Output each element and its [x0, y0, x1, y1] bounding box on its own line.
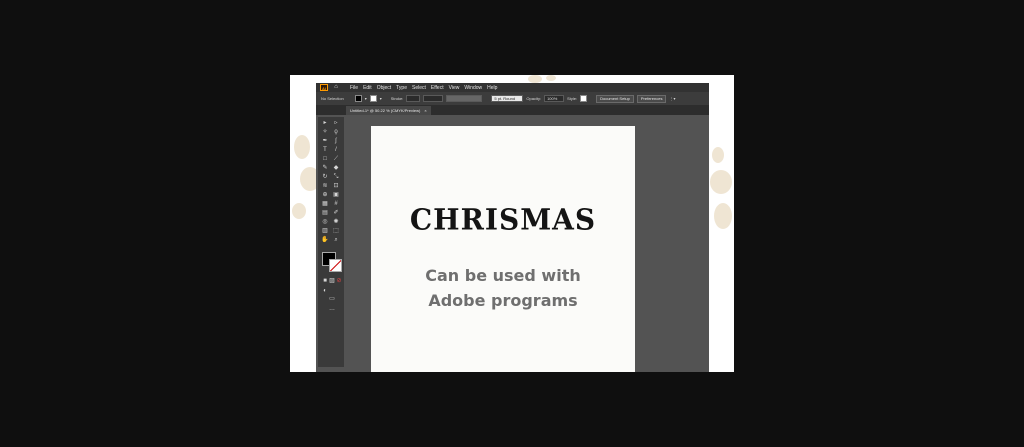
gradient-tool-icon[interactable]: ▤: [321, 209, 329, 217]
rotate-tool-icon[interactable]: ↻: [321, 173, 329, 181]
draw-mode-icon[interactable]: ◐: [321, 287, 329, 295]
mesh-tool-icon[interactable]: #: [332, 200, 340, 208]
eraser-tool-icon[interactable]: ◆: [332, 164, 340, 172]
caption-line-1: Can be used with: [425, 266, 581, 285]
caption: Can be used with Adobe programs: [371, 263, 635, 313]
menu-type[interactable]: Type: [396, 85, 407, 91]
artboard[interactable]: CHRISMAS Can be used with Adobe programs: [371, 126, 635, 372]
lasso-tool-icon[interactable]: ϙ: [332, 128, 340, 136]
width-tool-icon[interactable]: ≋: [321, 182, 329, 190]
style-swatch[interactable]: [580, 95, 588, 102]
opacity-label: Opacity:: [526, 96, 542, 101]
screen-mode-icon[interactable]: ▭: [328, 295, 336, 303]
christmas-text: CHRISMAS: [409, 202, 597, 237]
menu-bar: Ai ⌂ File Edit Object Type Select Effect…: [316, 83, 709, 92]
artboard-tool-icon[interactable]: ⬚: [332, 227, 340, 235]
document-setup-button[interactable]: Document Setup: [596, 94, 634, 103]
document-tab-bar: Untitled-1* @ 50.22 % (CMYK/Preview) ×: [316, 105, 709, 115]
menu-object[interactable]: Object: [377, 85, 391, 91]
symbol-sprayer-tool-icon[interactable]: ✺: [332, 218, 340, 226]
christmas-headline: CHRISMAS: [371, 202, 635, 237]
blend-tool-icon[interactable]: ◎: [321, 218, 329, 226]
opacity-field[interactable]: 100%: [544, 95, 565, 102]
scale-tool-icon[interactable]: ⤡: [332, 173, 340, 181]
caption-line-2: Adobe programs: [428, 291, 578, 310]
type-tool-icon[interactable]: T: [321, 146, 329, 154]
shaper-tool-icon[interactable]: ✎: [321, 164, 329, 172]
eyedropper-tool-icon[interactable]: ✐: [332, 209, 340, 217]
control-bar: No Selection ▾ ▾ Stroke: 5 pt. Round Opa…: [316, 92, 709, 105]
chevron-down-icon[interactable]: ▾: [380, 96, 382, 101]
menu-select[interactable]: Select: [412, 85, 426, 91]
menu-help[interactable]: Help: [487, 85, 497, 91]
stroke-label: Stroke:: [390, 96, 404, 101]
menu-edit[interactable]: Edit: [363, 85, 372, 91]
illustrator-window: Ai ⌂ File Edit Object Type Select Effect…: [316, 83, 709, 372]
rectangle-tool-icon[interactable]: □: [321, 155, 329, 163]
app-logo: Ai: [320, 84, 328, 91]
shape-builder-tool-icon[interactable]: ⊕: [321, 191, 329, 199]
brush-field[interactable]: 5 pt. Round: [491, 95, 524, 102]
document-tab-title: Untitled-1* @ 50.22 % (CMYK/Preview): [350, 108, 421, 113]
hand-tool-icon[interactable]: ✋: [321, 236, 329, 244]
none-mode-icon[interactable]: ⊘: [335, 277, 343, 285]
more-tools-icon[interactable]: …: [328, 305, 336, 313]
magic-wand-tool-icon[interactable]: ✧: [321, 128, 329, 136]
line-tool-icon[interactable]: /: [332, 146, 340, 154]
document-tab[interactable]: Untitled-1* @ 50.22 % (CMYK/Preview) ×: [346, 106, 431, 115]
selection-status: No Selection: [321, 96, 344, 101]
stroke-swatch[interactable]: [369, 95, 377, 102]
zoom-tool-icon[interactable]: ⌕: [332, 236, 340, 244]
chevron-down-icon[interactable]: ▾: [365, 96, 367, 101]
stroke-color-box[interactable]: [329, 259, 342, 272]
arrange-icon[interactable]: ⋮▾: [669, 96, 675, 101]
tools-panel: ▸ ▹ ✧ ϙ ✒ ∫ T / □ ⟋ ✎ ◆ ↻ ⤡ ≋ ⊡ ⊕ ▣ ▦ # …: [318, 117, 344, 367]
perspective-grid-tool-icon[interactable]: ▦: [321, 200, 329, 208]
paintbrush-tool-icon[interactable]: ⟋: [332, 155, 340, 163]
preferences-button[interactable]: Preferences: [636, 94, 667, 103]
menu-window[interactable]: Window: [464, 85, 482, 91]
stroke-profile-field[interactable]: [423, 95, 444, 102]
selection-tool-icon[interactable]: ▸: [321, 119, 329, 127]
close-icon[interactable]: ×: [424, 108, 426, 113]
fill-stroke-widget[interactable]: [322, 252, 342, 272]
variable-width-field[interactable]: [446, 95, 483, 102]
pen-tool-icon[interactable]: ✒: [321, 137, 329, 145]
free-transform-tool-icon[interactable]: ⊡: [332, 182, 340, 190]
live-paint-tool-icon[interactable]: ▣: [332, 191, 340, 199]
column-graph-tool-icon[interactable]: ▥: [321, 227, 329, 235]
menu-effect[interactable]: Effect: [431, 85, 444, 91]
preview-frame: Ai ⌂ File Edit Object Type Select Effect…: [290, 75, 734, 372]
fill-swatch[interactable]: [354, 95, 362, 102]
stroke-weight-field[interactable]: [406, 95, 421, 102]
canvas-area[interactable]: CHRISMAS Can be used with Adobe programs: [346, 115, 709, 372]
curvature-tool-icon[interactable]: ∫: [332, 137, 340, 145]
style-label: Style:: [567, 96, 578, 101]
direct-selection-tool-icon[interactable]: ▹: [332, 119, 340, 127]
menu-file[interactable]: File: [350, 85, 358, 91]
menu-view[interactable]: View: [449, 85, 460, 91]
home-icon[interactable]: ⌂: [332, 84, 340, 91]
